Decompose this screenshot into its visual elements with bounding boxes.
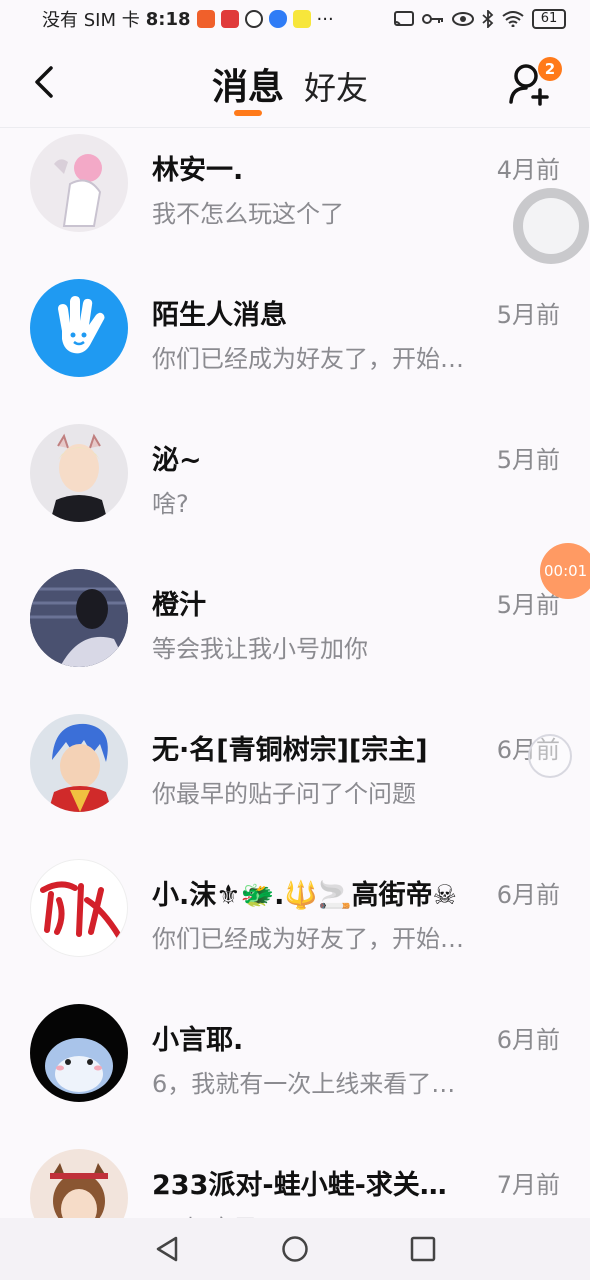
conversation-preview: [不好意思] — [152, 1209, 487, 1218]
screen-record-timer[interactable]: 00:01 — [540, 543, 590, 599]
conversation-time: 4月前 — [496, 156, 560, 184]
key-icon — [422, 14, 443, 24]
avatar — [30, 859, 128, 957]
conversation-preview: 你最早的贴子问了个问题 — [152, 780, 416, 808]
nav-home-button[interactable] — [279, 1233, 311, 1265]
notification-app-icon — [292, 10, 311, 28]
conversation-name: 陌生人消息 — [152, 300, 287, 331]
status-bar: 没有 SIM 卡 8:18 ··· 61 — [0, 0, 590, 38]
conversation-name: 233派对-蛙小蛙-求关… — [152, 1170, 447, 1201]
conversation-preview: 等会我让我小号加你 — [152, 635, 368, 663]
conversation-name: 泌~ — [152, 445, 202, 476]
conversation-name: 小言耶. — [152, 1025, 244, 1056]
notification-app-icon — [196, 10, 215, 28]
tab-bar: 消息 好友 — [212, 58, 368, 116]
conversation-row[interactable]: 无·名[青铜树宗][宗主] 6月前 你最早的贴子问了个问题 — [0, 708, 590, 853]
active-tab-indicator — [234, 110, 262, 116]
tab-friends[interactable]: 好友 — [304, 63, 368, 109]
avatar — [30, 134, 128, 232]
nav-recents-icon — [410, 1236, 436, 1262]
avatar — [30, 1004, 128, 1102]
conversation-time: 6月前 — [496, 881, 560, 909]
conversation-name: 橙汁 — [152, 590, 206, 621]
conversation-row[interactable]: 泌~ 5月前 啥? — [0, 418, 590, 563]
more-notifications: ··· — [316, 8, 334, 30]
avatar — [30, 1149, 128, 1218]
stranger-hand-icon — [58, 296, 105, 354]
tab-messages[interactable]: 消息 — [212, 58, 285, 116]
battery-indicator: 61 — [532, 9, 566, 29]
conversation-preview: 你们已经成为好友了，开始… — [152, 345, 464, 373]
back-button[interactable] — [24, 60, 64, 104]
wifi-icon — [502, 11, 524, 27]
conversation-preview: 6，我就有一次上线来看了… — [152, 1070, 456, 1098]
friend-request-badge: 2 — [538, 57, 562, 81]
carrier-text: 没有 SIM 卡 — [42, 10, 140, 31]
back-arrow-icon — [35, 66, 53, 98]
conversation-name: 林安一. — [152, 155, 244, 186]
conversation-name: 小.沫⚜🐲.🔱🚬高街帝☠ — [152, 880, 457, 911]
avatar — [30, 424, 128, 522]
floating-ball-inner — [523, 198, 579, 254]
conversation-row[interactable]: 橙汁 5月前 等会我让我小号加你 — [0, 563, 590, 708]
conversation-row[interactable]: 小.沫⚜🐲.🔱🚬高街帝☠ 6月前 你们已经成为好友了，开始… — [0, 853, 590, 998]
conversation-row[interactable]: 林安一. 4月前 我不怎么玩这个了 — [0, 128, 590, 273]
nav-back-button[interactable] — [151, 1233, 183, 1265]
touch-indicator — [528, 734, 572, 778]
header: 消息 好友 2 — [0, 38, 590, 128]
nav-recents-button[interactable] — [407, 1233, 439, 1265]
conversation-time: 5月前 — [496, 301, 560, 329]
system-nav-bar — [0, 1218, 590, 1280]
conversation-name: 无·名[青铜树宗][宗主] — [152, 735, 428, 766]
conversation-time: 5月前 — [496, 446, 560, 474]
conversation-preview: 啥? — [152, 490, 189, 518]
shield-icon — [268, 10, 287, 28]
conversation-row[interactable]: 陌生人消息 5月前 你们已经成为好友了，开始… — [0, 273, 590, 418]
avatar — [30, 714, 128, 812]
conversation-preview: 我不怎么玩这个了 — [152, 200, 344, 228]
notification-app-icon — [244, 10, 263, 28]
cast-icon — [394, 11, 414, 27]
nav-home-icon — [282, 1236, 308, 1262]
conversation-time: 7月前 — [496, 1171, 560, 1199]
conversation-row[interactable]: 小言耶. 6月前 6，我就有一次上线来看了… — [0, 998, 590, 1143]
eye-icon — [452, 12, 474, 26]
avatar — [30, 569, 128, 667]
floating-assistive-ball[interactable] — [513, 188, 589, 264]
conversation-preview: 你们已经成为好友了，开始… — [152, 925, 464, 953]
clock: 8:18 — [145, 8, 191, 30]
tab-messages-label: 消息 — [212, 67, 285, 108]
tab-friends-label: 好友 — [304, 69, 369, 107]
nav-back-icon — [156, 1236, 178, 1262]
bluetooth-icon — [482, 10, 494, 28]
conversation-list[interactable]: 林安一. 4月前 我不怎么玩这个了 陌生人消息 5月前 你们已经成为好友了，开始… — [0, 128, 590, 1218]
avatar — [30, 279, 128, 377]
notification-app-icon — [220, 10, 239, 28]
conversation-time: 6月前 — [496, 1026, 560, 1054]
conversation-row[interactable]: 233派对-蛙小蛙-求关… 7月前 [不好意思] — [0, 1143, 590, 1218]
status-right: 61 — [394, 9, 566, 29]
status-left: 没有 SIM 卡 8:18 ··· — [42, 6, 334, 32]
